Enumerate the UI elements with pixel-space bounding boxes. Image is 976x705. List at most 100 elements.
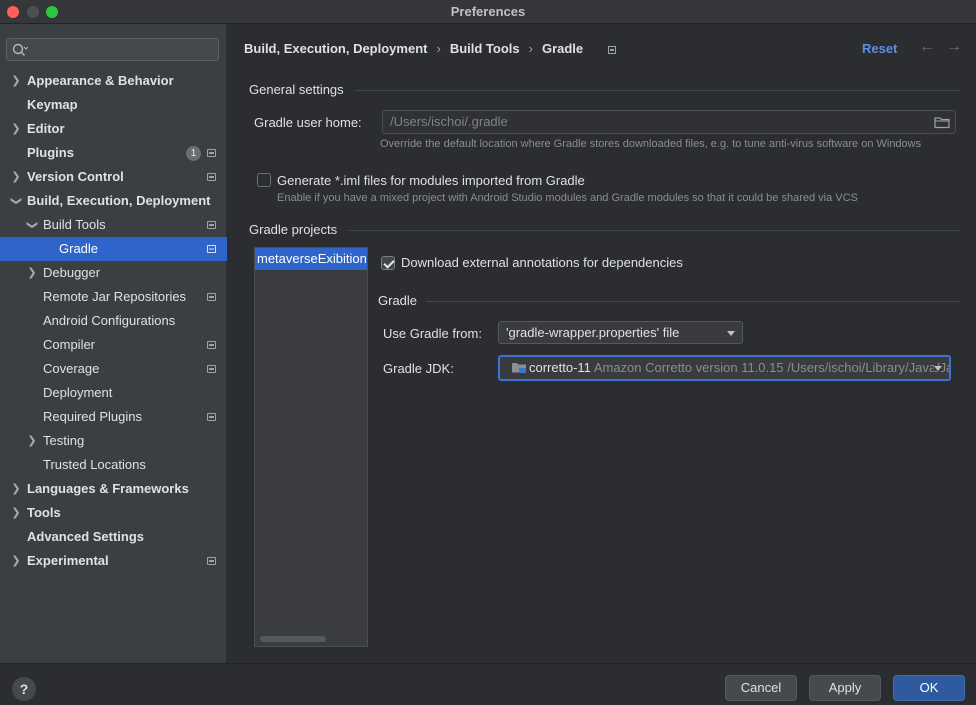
sidebar-item-label: Testing	[43, 433, 85, 448]
sidebar-item-deployment[interactable]: Deployment	[0, 381, 227, 405]
sidebar-item-keymap[interactable]: Keymap	[0, 93, 227, 117]
search-icon	[12, 43, 28, 56]
sidebar-item-build-tools[interactable]: ❯ Build Tools	[0, 213, 227, 237]
search-input[interactable]	[6, 38, 219, 61]
chevron-right-icon: ❯	[11, 483, 21, 495]
gradle-jdk-detail: Amazon Corretto version 11.0.15 /Users/i…	[593, 360, 949, 375]
gradle-jdk-label: Gradle JDK:	[383, 361, 454, 376]
sidebar-item-label: Build, Execution, Deployment	[27, 193, 211, 208]
window-title: Preferences	[450, 4, 526, 19]
project-scope-icon	[207, 245, 216, 253]
project-scope-icon	[207, 365, 216, 373]
sidebar-item-advanced-settings[interactable]: Advanced Settings	[0, 525, 227, 549]
gradle-projects-title: Gradle projects	[249, 222, 338, 237]
horizontal-scrollbar[interactable]	[260, 636, 326, 642]
sidebar-item-required-plugins[interactable]: Required Plugins	[0, 405, 227, 429]
section-divider	[426, 301, 960, 302]
sidebar-item-appearance-behavior[interactable]: ❯ Appearance & Behavior	[0, 69, 227, 93]
sidebar-item-label: Version Control	[27, 169, 124, 184]
chevron-right-icon: ❯	[27, 267, 37, 279]
sidebar-item-label: Remote Jar Repositories	[43, 289, 187, 304]
sidebar-item-remote-jar-repositories[interactable]: Remote Jar Repositories	[0, 285, 227, 309]
folder-icon[interactable]	[934, 115, 950, 129]
section-divider	[349, 230, 960, 231]
use-gradle-from-value: 'gradle-wrapper.properties' file	[506, 325, 680, 340]
help-button[interactable]: ?	[12, 677, 36, 701]
chevron-right-icon: ❯	[11, 75, 21, 87]
project-scope-icon	[608, 46, 616, 54]
sidebar-item-label: Editor	[27, 121, 65, 136]
chevron-right-icon: ❯	[27, 435, 37, 447]
download-annotations-checkbox[interactable]	[381, 256, 395, 270]
dropdown-arrow-icon	[934, 366, 942, 371]
sidebar-item-tools[interactable]: ❯ Tools	[0, 501, 227, 525]
settings-sidebar: ❯ Appearance & Behavior Keymap ❯ Editor …	[0, 24, 227, 663]
sidebar-item-testing[interactable]: ❯ Testing	[0, 429, 227, 453]
back-arrow-icon[interactable]: ←	[919, 38, 935, 56]
use-gradle-from-select[interactable]: 'gradle-wrapper.properties' file	[498, 321, 743, 344]
ok-button[interactable]: OK	[893, 675, 965, 701]
chevron-right-icon: ❯	[11, 123, 21, 135]
use-gradle-from-label: Use Gradle from:	[383, 326, 482, 341]
gradle-jdk-name: corretto-11	[529, 360, 591, 375]
project-scope-icon	[207, 413, 216, 421]
sidebar-item-label: Advanced Settings	[27, 529, 145, 544]
sidebar-item-label: Debugger	[43, 265, 101, 280]
chevron-right-icon: ❯	[11, 171, 21, 183]
sidebar-item-debugger[interactable]: ❯ Debugger	[0, 261, 227, 285]
sidebar-item-languages-frameworks[interactable]: ❯ Languages & Frameworks	[0, 477, 227, 501]
general-settings-title: General settings	[249, 82, 344, 97]
dialog-footer: ? Cancel Apply OK	[0, 663, 976, 705]
gradle-projects-list[interactable]: metaverseExibition	[254, 247, 368, 647]
sidebar-item-gradle[interactable]: Gradle	[0, 237, 227, 261]
sidebar-item-android-configurations[interactable]: Android Configurations	[0, 309, 227, 333]
breadcrumb: Build, Execution, Deployment › Build Tools…	[244, 41, 583, 56]
gradle-user-home-hint: Override the default location where Grad…	[380, 138, 922, 150]
chevron-right-icon: ›	[436, 41, 441, 56]
download-annotations-label[interactable]: Download external annotations for depend…	[401, 255, 683, 270]
sidebar-item-version-control[interactable]: ❯ Version Control	[0, 165, 227, 189]
project-scope-icon	[207, 149, 216, 157]
sidebar-item-label: Compiler	[43, 337, 96, 352]
project-scope-icon	[207, 173, 216, 181]
dropdown-arrow-icon	[727, 331, 735, 336]
gradle-user-home-value: /Users/ischoi/.gradle	[390, 114, 508, 129]
sidebar-item-experimental[interactable]: ❯ Experimental	[0, 549, 227, 573]
project-scope-icon	[207, 557, 216, 565]
breadcrumb-item: Gradle	[541, 41, 584, 56]
chevron-right-icon: ❯	[11, 507, 21, 519]
sidebar-item-label: Required Plugins	[43, 409, 143, 424]
gradle-jdk-select[interactable]: corretto-11 Amazon Corretto version 11.0…	[498, 355, 951, 381]
sidebar-item-label: Trusted Locations	[43, 457, 146, 472]
sidebar-item-trusted-locations[interactable]: Trusted Locations	[0, 453, 227, 477]
generate-iml-label[interactable]: Generate *.iml files for modules importe…	[277, 173, 585, 188]
list-item[interactable]: metaverseExibition	[255, 248, 367, 270]
settings-content: Build, Execution, Deployment › Build Tools…	[228, 24, 976, 663]
sidebar-item-plugins[interactable]: Plugins 1	[0, 141, 227, 165]
sidebar-item-editor[interactable]: ❯ Editor	[0, 117, 227, 141]
sidebar-item-label: Appearance & Behavior	[27, 73, 174, 88]
title-bar: Preferences	[0, 0, 976, 24]
chevron-right-icon: ❯	[11, 555, 21, 567]
sidebar-item-label: Tools	[27, 505, 61, 520]
sidebar-item-label: Languages & Frameworks	[27, 481, 189, 496]
sidebar-item-label: Plugins	[27, 145, 74, 160]
sidebar-item-label: Build Tools	[43, 217, 106, 232]
gradle-user-home-label: Gradle user home:	[254, 115, 362, 130]
breadcrumb-item[interactable]: Build, Execution, Deployment	[244, 41, 427, 56]
gradle-section-title: Gradle	[378, 293, 418, 308]
breadcrumb-item[interactable]: Build Tools	[450, 41, 520, 56]
apply-button[interactable]: Apply	[809, 675, 881, 701]
sidebar-item-label: Android Configurations	[43, 313, 176, 328]
chevron-down-icon: ❯	[10, 196, 22, 206]
reset-button[interactable]: Reset	[862, 41, 897, 56]
gradle-user-home-field[interactable]: /Users/ischoi/.gradle	[382, 110, 956, 134]
generate-iml-checkbox[interactable]	[257, 173, 271, 187]
sidebar-item-label: Coverage	[43, 361, 100, 376]
update-count-badge: 1	[186, 146, 201, 161]
sidebar-item-compiler[interactable]: Compiler	[0, 333, 227, 357]
cancel-button[interactable]: Cancel	[725, 675, 797, 701]
sidebar-item-build-execution-deployment[interactable]: ❯ Build, Execution, Deployment	[0, 189, 227, 213]
forward-arrow-icon[interactable]: →	[946, 38, 962, 56]
sidebar-item-coverage[interactable]: Coverage	[0, 357, 227, 381]
